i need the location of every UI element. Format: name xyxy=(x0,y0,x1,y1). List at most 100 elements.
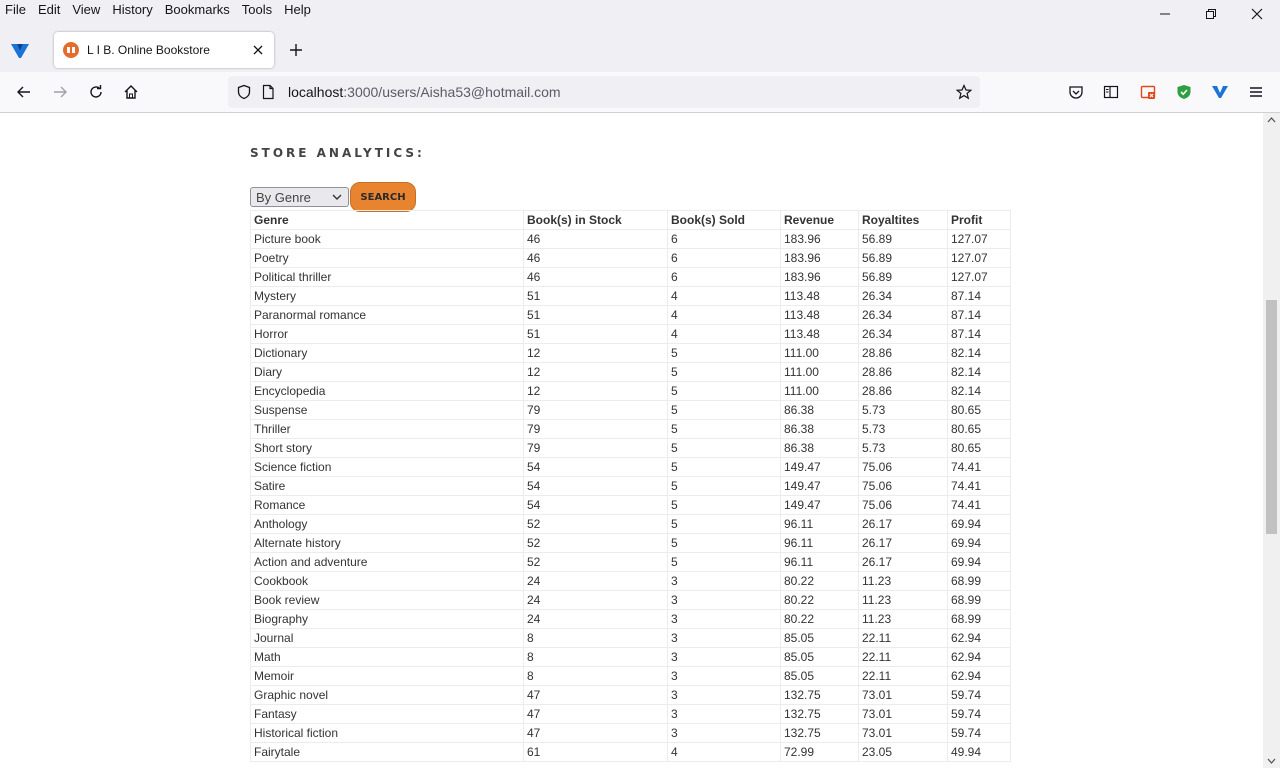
cell-royalties: 73.01 xyxy=(858,704,948,724)
pocket-button[interactable] xyxy=(1064,80,1088,104)
table-row: Thriller 79 5 86.38 5.73 80.65 xyxy=(250,419,1011,439)
cell-revenue: 149.47 xyxy=(780,457,859,477)
scroll-down-arrow-icon[interactable] xyxy=(1267,758,1276,764)
cell-revenue: 111.00 xyxy=(780,362,859,382)
cell-revenue: 183.96 xyxy=(780,267,859,287)
address-bar[interactable]: localhost:3000/users/Aisha53@hotmail.com xyxy=(228,76,980,108)
cell-revenue: 85.05 xyxy=(780,628,859,648)
cell-royalties: 23.05 xyxy=(858,742,948,762)
cell-revenue: 149.47 xyxy=(780,495,859,515)
cell-profit: 59.74 xyxy=(947,685,1011,705)
cell-sold: 6 xyxy=(667,248,781,268)
restore-icon xyxy=(1206,9,1216,19)
cell-in-stock: 12 xyxy=(523,381,668,401)
tab-bookstore[interactable]: L I B. Online Bookstore xyxy=(54,32,274,68)
cell-in-stock: 52 xyxy=(523,552,668,572)
cell-royalties: 22.11 xyxy=(858,628,948,648)
cell-profit: 82.14 xyxy=(947,381,1011,401)
menu-file[interactable]: File xyxy=(0,0,32,20)
analytics-filter-select[interactable]: By Genre xyxy=(250,187,349,207)
menu-bookmarks[interactable]: Bookmarks xyxy=(159,0,236,20)
cell-revenue: 80.22 xyxy=(780,609,859,629)
app-menu-button[interactable] xyxy=(1244,80,1268,104)
scroll-up-arrow-icon[interactable] xyxy=(1267,117,1276,123)
cell-royalties: 56.89 xyxy=(858,229,948,249)
tab-bar: L I B. Online Bookstore xyxy=(0,20,1280,72)
cell-sold: 3 xyxy=(667,628,781,648)
home-button[interactable] xyxy=(119,80,143,104)
cell-sold: 3 xyxy=(667,685,781,705)
cell-genre: Political thriller xyxy=(250,267,524,287)
cell-in-stock: 47 xyxy=(523,704,668,724)
search-button[interactable]: SEARCH xyxy=(350,182,416,212)
cell-genre: Picture book xyxy=(250,229,524,249)
adblock-extension-button[interactable] xyxy=(1172,80,1196,104)
scrollbar-thumb[interactable] xyxy=(1266,300,1277,534)
table-row: Political thriller 46 6 183.96 56.89 127.07 xyxy=(250,267,1011,287)
cell-genre: Poetry xyxy=(250,248,524,268)
cell-royalties: 75.06 xyxy=(858,476,948,496)
minimize-icon xyxy=(1160,13,1170,15)
column-header-profit: Profit xyxy=(947,210,1011,230)
cell-revenue: 132.75 xyxy=(780,723,859,743)
menu-help[interactable]: Help xyxy=(278,0,317,20)
table-header-row: Genre Book(s) in Stock Book(s) Sold Reve… xyxy=(250,210,1011,230)
menu-tools[interactable]: Tools xyxy=(236,0,278,20)
table-row: Suspense 79 5 86.38 5.73 80.65 xyxy=(250,400,1011,420)
tab-close-button[interactable] xyxy=(246,38,270,62)
cell-sold: 5 xyxy=(667,476,781,496)
cell-revenue: 132.75 xyxy=(780,704,859,724)
screenshot-extension-button[interactable] xyxy=(1136,80,1160,104)
menu-view[interactable]: View xyxy=(66,0,106,20)
cell-royalties: 75.06 xyxy=(858,495,948,515)
shield-check-icon xyxy=(1177,85,1191,99)
cell-in-stock: 46 xyxy=(523,248,668,268)
cell-revenue: 111.00 xyxy=(780,343,859,363)
site-favicon-icon xyxy=(63,42,79,58)
cell-profit: 74.41 xyxy=(947,457,1011,477)
reader-view-button[interactable] xyxy=(1099,80,1123,104)
cell-in-stock: 8 xyxy=(523,666,668,686)
cell-genre: Diary xyxy=(250,362,524,382)
cell-sold: 5 xyxy=(667,514,781,534)
page-info-icon[interactable] xyxy=(260,84,276,100)
vpn-extension-button[interactable] xyxy=(1208,80,1232,104)
tracking-shield-icon[interactable] xyxy=(236,84,252,100)
cell-revenue: 86.38 xyxy=(780,400,859,420)
vertical-scrollbar[interactable] xyxy=(1263,113,1280,768)
bookmark-star-icon[interactable] xyxy=(955,84,973,103)
menu-history[interactable]: History xyxy=(106,0,158,20)
cell-sold: 5 xyxy=(667,438,781,458)
table-row: Fantasy 47 3 132.75 73.01 59.74 xyxy=(250,704,1011,724)
plus-icon xyxy=(290,44,302,56)
cell-genre: Memoir xyxy=(250,666,524,686)
page-title: STORE ANALYTICS: xyxy=(250,146,425,160)
cell-sold: 4 xyxy=(667,305,781,325)
menu-bar: File Edit View History Bookmarks Tools H… xyxy=(0,0,1280,20)
column-header-in-stock: Book(s) in Stock xyxy=(523,210,668,230)
sidebar-icon xyxy=(1103,85,1119,99)
cell-sold: 3 xyxy=(667,609,781,629)
cell-revenue: 86.38 xyxy=(780,419,859,439)
cell-sold: 4 xyxy=(667,742,781,762)
new-tab-button[interactable] xyxy=(284,38,308,62)
cell-revenue: 132.75 xyxy=(780,685,859,705)
forward-button[interactable] xyxy=(48,80,72,104)
back-button[interactable] xyxy=(12,80,36,104)
cell-revenue: 113.48 xyxy=(780,324,859,344)
reload-button[interactable] xyxy=(84,80,108,104)
cell-revenue: 149.47 xyxy=(780,476,859,496)
filter-row: By Genre SEARCH xyxy=(250,182,416,212)
forward-arrow-icon xyxy=(54,86,67,98)
cell-profit: 68.99 xyxy=(947,571,1011,591)
menu-edit[interactable]: Edit xyxy=(32,0,66,20)
firefox-view-icon[interactable] xyxy=(10,42,30,63)
cell-revenue: 111.00 xyxy=(780,381,859,401)
cell-in-stock: 46 xyxy=(523,229,668,249)
table-row: Anthology 52 5 96.11 26.17 69.94 xyxy=(250,514,1011,534)
table-row: Graphic novel 47 3 132.75 73.01 59.74 xyxy=(250,685,1011,705)
cell-genre: Mystery xyxy=(250,286,524,306)
table-row: Horror 51 4 113.48 26.34 87.14 xyxy=(250,324,1011,344)
table-row: Mystery 51 4 113.48 26.34 87.14 xyxy=(250,286,1011,306)
cell-profit: 68.99 xyxy=(947,609,1011,629)
